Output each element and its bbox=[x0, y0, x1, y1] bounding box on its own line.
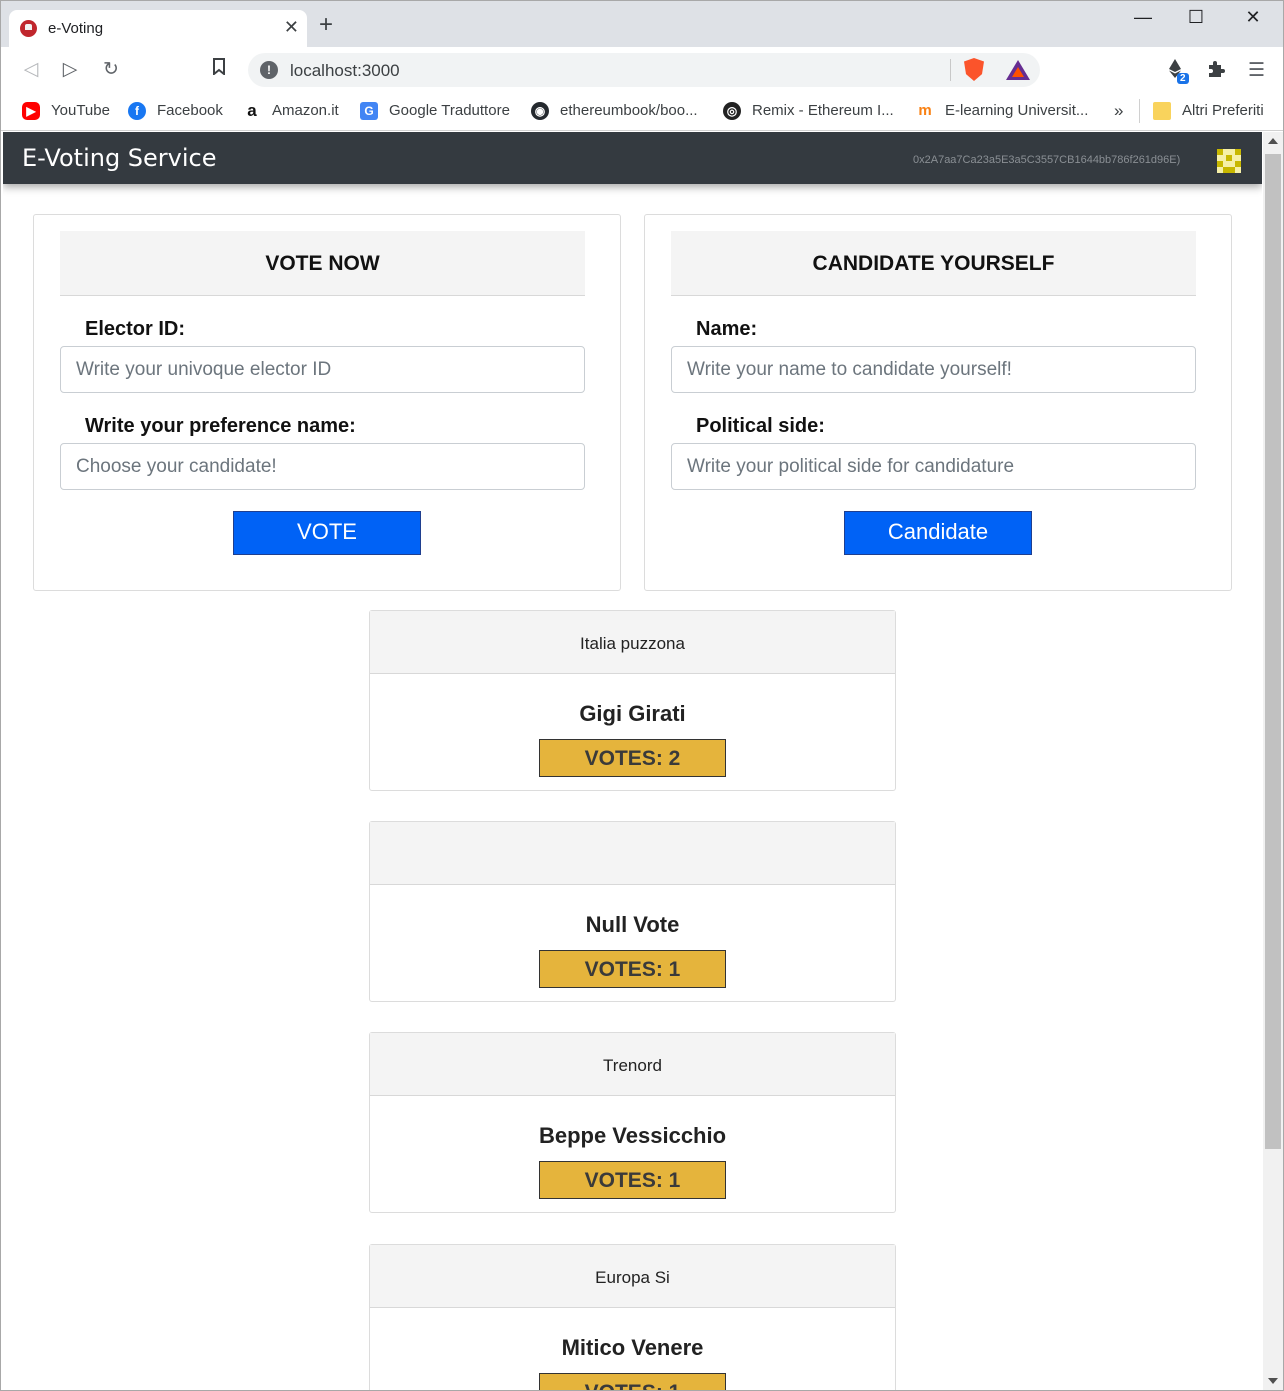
amazon-icon: a bbox=[247, 101, 257, 120]
bookmark-icon[interactable] bbox=[206, 58, 232, 81]
close-window-button[interactable]: ✕ bbox=[1230, 7, 1276, 28]
address-bar[interactable]: ! localhost:3000 bbox=[248, 53, 1040, 87]
votes-badge: VOTES: 1 bbox=[539, 1161, 726, 1199]
github-icon: ◉ bbox=[531, 102, 549, 120]
extensions-puzzle-icon[interactable] bbox=[1206, 59, 1226, 85]
youtube-icon: ▶ bbox=[22, 102, 40, 120]
extension-badge: 2 bbox=[1177, 73, 1189, 84]
candidate-card-header: CANDIDATE YOURSELF bbox=[671, 231, 1196, 296]
google-translate-icon: G bbox=[360, 102, 378, 120]
preference-label: Write your preference name: bbox=[85, 415, 356, 437]
brave-shields-icon[interactable] bbox=[964, 58, 984, 81]
party-header: Trenord bbox=[370, 1033, 895, 1096]
vote-card-title: VOTE NOW bbox=[265, 252, 380, 275]
party-name: Europa Si bbox=[595, 1268, 670, 1287]
votes-badge: VOTES: 2 bbox=[539, 739, 726, 777]
browser-tab[interactable]: e-Voting ✕ bbox=[9, 10, 307, 47]
account-identicon-icon bbox=[1217, 149, 1241, 173]
browser-menu-icon[interactable]: ☰ bbox=[1248, 59, 1265, 82]
back-button[interactable]: ◁ bbox=[18, 58, 44, 81]
candidate-name: Gigi Girati bbox=[579, 701, 686, 726]
party-header: Europa Si bbox=[370, 1245, 895, 1308]
vote-button[interactable]: VOTE bbox=[233, 511, 421, 555]
candidate-card: CANDIDATE YOURSELF Name: Political side:… bbox=[644, 214, 1232, 591]
page-scrollbar[interactable] bbox=[1263, 132, 1283, 1390]
app-brand[interactable]: E-Voting Service bbox=[22, 144, 217, 172]
candidate-name: Null Vote bbox=[585, 912, 680, 937]
bookmarks-divider bbox=[1139, 99, 1140, 123]
political-side-input[interactable] bbox=[671, 443, 1196, 490]
bookmarks-overflow-button[interactable]: » bbox=[1114, 101, 1123, 123]
name-label: Name: bbox=[696, 318, 758, 340]
party-name: Trenord bbox=[603, 1056, 662, 1075]
elector-id-label: Elector ID: bbox=[85, 318, 186, 340]
candidate-name: Beppe Vessicchio bbox=[538, 1123, 727, 1148]
page-viewport: E-Voting Service 0x2A7aa7Ca23a5E3a5C3557… bbox=[3, 132, 1262, 1390]
app-navbar: E-Voting Service 0x2A7aa7Ca23a5E3a5C3557… bbox=[3, 132, 1262, 184]
site-info-icon[interactable]: ! bbox=[260, 61, 278, 79]
candidate-name: Mitico Venere bbox=[561, 1335, 704, 1360]
facebook-icon: f bbox=[128, 102, 146, 120]
candidate-button[interactable]: Candidate bbox=[844, 511, 1032, 555]
evoting-favicon-icon bbox=[20, 20, 37, 37]
candidate-card-title: CANDIDATE YOURSELF bbox=[812, 252, 1055, 275]
elector-id-input[interactable] bbox=[60, 346, 585, 393]
url-text[interactable]: localhost:3000 bbox=[290, 61, 400, 81]
bookmarks-bar: ▶ YouTube f Facebook a Amazon.it G Googl… bbox=[1, 93, 1283, 131]
maximize-button[interactable]: ☐ bbox=[1173, 7, 1219, 28]
folder-icon bbox=[1153, 102, 1171, 120]
new-tab-button[interactable]: + bbox=[319, 13, 333, 37]
tab-strip: e-Voting ✕ + — ☐ ✕ bbox=[1, 1, 1283, 47]
brave-rewards-icon[interactable] bbox=[1006, 60, 1030, 80]
scrollbar-thumb[interactable] bbox=[1265, 154, 1281, 1149]
browser-window: e-Voting ✕ + — ☐ ✕ ◁ ▷ ↻ ! localhost:300… bbox=[0, 0, 1284, 1391]
vote-card-header: VOTE NOW bbox=[60, 231, 585, 296]
scroll-up-arrow-icon[interactable] bbox=[1268, 138, 1278, 144]
votes-badge: VOTES: 1 bbox=[539, 950, 726, 988]
candidate-result-card: Europa Si Mitico Venere VOTES: 1 bbox=[369, 1244, 896, 1390]
remix-icon: ◎ bbox=[723, 102, 741, 120]
browser-toolbar: ◁ ▷ ↻ ! localhost:3000 2 ☰ bbox=[1, 47, 1283, 93]
candidate-result-card: Null Vote VOTES: 1 bbox=[369, 821, 896, 1002]
party-header: Italia puzzona bbox=[370, 611, 895, 674]
party-header bbox=[370, 822, 895, 885]
moodle-icon: m bbox=[918, 102, 932, 119]
scroll-down-arrow-icon[interactable] bbox=[1268, 1378, 1278, 1384]
reload-button[interactable]: ↻ bbox=[98, 58, 124, 81]
forward-button[interactable]: ▷ bbox=[57, 58, 83, 81]
account-address: 0x2A7aa7Ca23a5E3a5C3557CB1644bb786f261d9… bbox=[913, 154, 1181, 166]
votes-badge: VOTES: 1 bbox=[539, 1373, 726, 1390]
candidate-result-card: Trenord Beppe Vessicchio VOTES: 1 bbox=[369, 1032, 896, 1213]
minimize-button[interactable]: — bbox=[1120, 7, 1166, 28]
candidate-result-card: Italia puzzona Gigi Girati VOTES: 2 bbox=[369, 610, 896, 791]
candidate-name-input[interactable] bbox=[671, 346, 1196, 393]
tab-title: e-Voting bbox=[48, 20, 104, 37]
preference-input[interactable] bbox=[60, 443, 585, 490]
omnibox-divider bbox=[950, 59, 951, 81]
party-name: Italia puzzona bbox=[580, 634, 685, 653]
political-side-label: Political side: bbox=[696, 415, 825, 437]
vote-card: VOTE NOW Elector ID: Write your preferen… bbox=[33, 214, 621, 591]
tab-close-icon[interactable]: ✕ bbox=[284, 17, 299, 38]
